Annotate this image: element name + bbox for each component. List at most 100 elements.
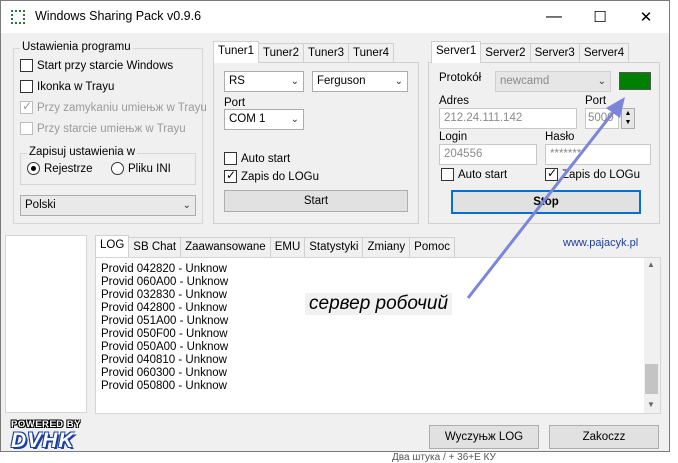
protocol-select[interactable]: newcamd ⌄ — [495, 71, 611, 92]
checkbox-box — [20, 122, 33, 135]
powered-by-logo: POWERED BY DVHK — [11, 419, 111, 452]
language-value: Polski — [25, 199, 56, 211]
tuner-tab[interactable]: Tuner1 — [213, 41, 260, 63]
server-log-checkbox[interactable]: Zapis do LOGu — [545, 166, 640, 181]
maximize-button[interactable]: ☐ — [577, 1, 623, 33]
save-location-label: Pliku INI — [128, 162, 171, 175]
scroll-down-icon[interactable]: ▼ — [647, 400, 655, 409]
server-autostart-label: Auto start — [458, 168, 508, 181]
checkbox-box — [20, 99, 33, 114]
settings-option-checkbox[interactable]: Start przy starcie Windows — [20, 59, 173, 72]
tuner-log-checkbox[interactable]: Zapis do LOGu — [224, 168, 319, 183]
server-tab[interactable]: Server4 — [578, 43, 630, 63]
language-select[interactable]: Polski ⌄ — [20, 195, 196, 216]
log-line: Provid 032830 - Unknow — [101, 289, 227, 301]
log-line: Provid 060A00 - Unknow — [101, 276, 229, 288]
server-tab[interactable]: Server2 — [480, 43, 531, 63]
log-line: Provid 040810 - Unknow — [101, 354, 227, 366]
tuner-tab[interactable]: Tuner4 — [348, 43, 395, 63]
server-port-label: Port — [585, 95, 607, 107]
checkbox-box — [20, 59, 33, 72]
address-label: Adres — [439, 95, 470, 107]
minimize-button[interactable]: — — [531, 1, 577, 33]
settings-group: Ustawienia programu Start przy starcie W… — [13, 41, 207, 224]
close-button[interactable]: Zakoczz — [549, 425, 659, 449]
checkbox-box — [441, 168, 454, 181]
checkbox-box — [545, 166, 558, 181]
clear-log-button[interactable]: Wyczyњж LOG — [429, 425, 539, 449]
website-link[interactable]: www.pajacyk.pl — [563, 237, 638, 249]
log-line: Provid 050A00 - Unknow — [101, 341, 229, 353]
settings-option-checkbox[interactable]: Ikonka w Trayu — [20, 80, 114, 93]
tuner-combo-a[interactable]: RS ⌄ — [224, 71, 304, 92]
bottom-tab[interactable]: EMU — [269, 237, 306, 257]
log-line: Provid 042820 - Unknow — [101, 263, 227, 275]
checkbox-box — [20, 80, 33, 93]
server-port-field[interactable]: 5000 — [585, 108, 619, 129]
background-text: Два штука / + 36+Е КУ — [392, 452, 496, 463]
save-location-title: Zapisuj ustawienia w — [27, 146, 138, 158]
window-title: Windows Sharing Pack v0.9.6 — [35, 9, 202, 23]
chevron-down-icon: ⌄ — [182, 200, 191, 211]
log-line: Provid 051A00 - Unknow — [101, 315, 229, 327]
logo-line2: DVHK — [11, 429, 75, 452]
bottom-tab[interactable]: LOG — [95, 235, 130, 257]
save-location-radio[interactable]: Rejestrze — [27, 162, 93, 175]
server-panel: Protokół newcamd ⌄ Adres 212.24.111.142 … — [428, 62, 660, 224]
radio-dot — [27, 162, 40, 175]
password-label: Hasło — [545, 131, 575, 143]
tuner-combo-a-value: RS — [229, 75, 245, 87]
save-location-radio[interactable]: Pliku INI — [111, 162, 171, 175]
bottom-tab[interactable]: Pomoc — [409, 237, 455, 257]
save-location-group: Zapisuj ustawienia w Rejestrze Pliku INI — [20, 146, 196, 185]
tuner-port-label: Port — [224, 97, 246, 109]
tuner-combo-b[interactable]: Ferguson ⌄ — [312, 71, 408, 92]
chevron-down-icon: ⌄ — [290, 76, 299, 87]
tuner-panel: RS ⌄ Ferguson ⌄ Port COM 1 ⌄ Auto start … — [213, 62, 419, 224]
settings-option-label: Ikonka w Trayu — [37, 80, 115, 93]
chevron-down-icon: ⌄ — [597, 76, 606, 87]
tuner-autostart-label: Auto start — [241, 152, 291, 165]
start-button[interactable]: Start — [224, 190, 408, 212]
server-tab[interactable]: Server3 — [529, 43, 580, 63]
login-field[interactable]: 204556 — [439, 144, 537, 165]
server-autostart-checkbox[interactable]: Auto start — [441, 168, 507, 181]
scroll-up-icon[interactable]: ▲ — [647, 260, 655, 269]
scroll-thumb[interactable] — [645, 364, 658, 394]
address-field[interactable]: 212.24.111.142 — [439, 108, 577, 129]
bottom-tab[interactable]: Statystyki — [304, 237, 364, 257]
checkbox-box — [224, 152, 237, 165]
app-window: Windows Sharing Pack v0.9.6 — ☐ ✕ Ustawi… — [0, 0, 670, 452]
bottom-tab[interactable]: Zmiany — [362, 237, 411, 257]
tuner-port-select[interactable]: COM 1 ⌄ — [224, 109, 304, 130]
log-line: Provid 050F00 - Unknow — [101, 328, 228, 340]
connection-status-indicator — [619, 72, 651, 90]
tuner-autostart-checkbox[interactable]: Auto start — [224, 152, 290, 165]
bottom-tab[interactable]: Zaawansowane — [180, 237, 271, 257]
settings-option-label: Start przy starcie Windows — [37, 59, 174, 72]
server-tab[interactable]: Server1 — [431, 41, 482, 63]
log-scrollbar[interactable]: ▲ ▼ — [644, 258, 660, 413]
save-location-label: Rejestrze — [44, 162, 93, 175]
side-list-panel — [5, 235, 87, 413]
settings-group-title: Ustawienia programu — [20, 41, 133, 53]
port-spinner[interactable]: ▲ ▼ — [621, 108, 635, 129]
login-label: Login — [439, 131, 468, 143]
tuner-tabs: Tuner1 Tuner2 Tuner3 Tuner4 — [213, 41, 395, 63]
checkbox-box — [224, 168, 237, 183]
close-window-button[interactable]: ✕ — [623, 1, 669, 33]
server-log-label: Zapis do LOGu — [562, 168, 640, 181]
annotation-text: сервер робочий — [305, 293, 453, 315]
log-line: Provid 050800 - Unknow — [101, 380, 227, 392]
stop-button[interactable]: Stop — [451, 190, 641, 214]
settings-option-label: Przy zamykaniu umieњж w Trayu — [37, 101, 207, 114]
bottom-tab[interactable]: SB Chat — [128, 237, 182, 257]
tuner-log-label: Zapis do LOGu — [241, 170, 319, 183]
tuner-tab[interactable]: Tuner3 — [303, 43, 350, 63]
password-field[interactable]: ******* — [545, 144, 651, 165]
app-icon — [11, 10, 25, 24]
tuner-port-value: COM 1 — [229, 113, 266, 125]
tuner-combo-b-value: Ferguson — [317, 75, 366, 87]
chevron-down-icon: ⌄ — [290, 114, 299, 125]
tuner-tab[interactable]: Tuner2 — [258, 43, 305, 63]
